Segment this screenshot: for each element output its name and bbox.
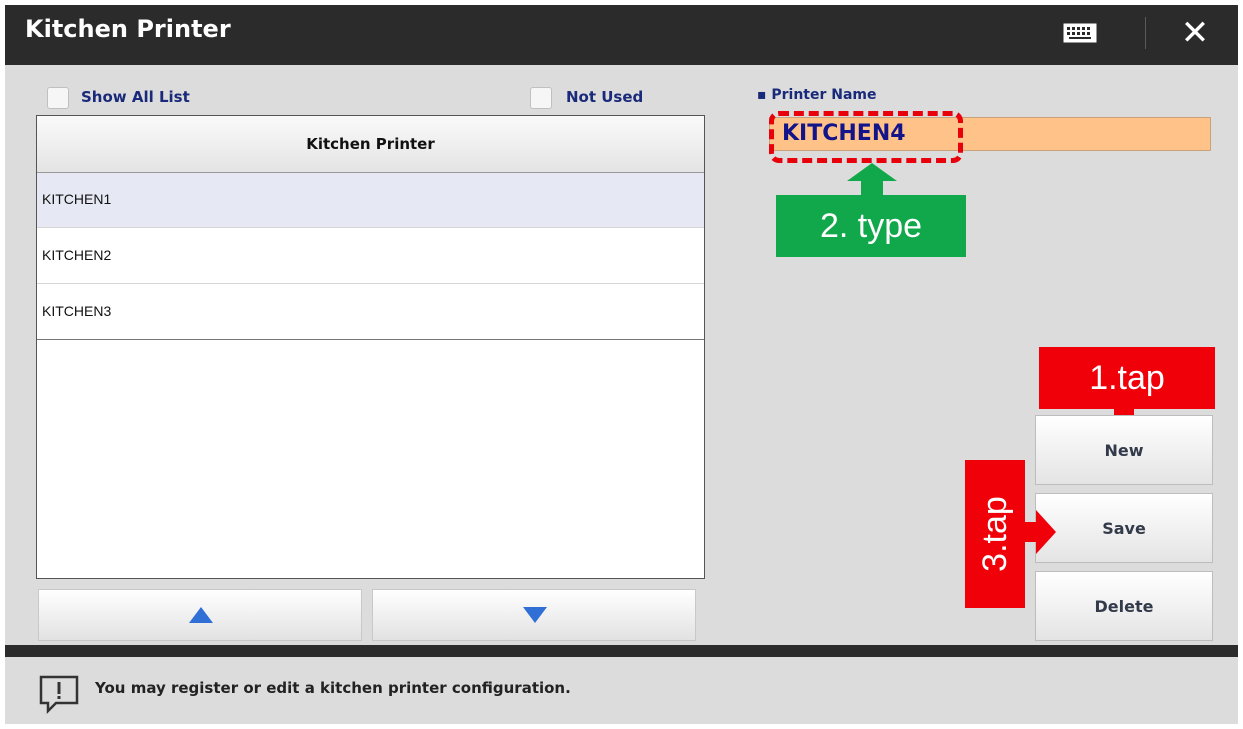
list-item[interactable]: KITCHEN3 (37, 285, 704, 340)
arrow-up-icon (847, 163, 897, 197)
not-used-checkbox[interactable] (530, 87, 552, 109)
keyboard-icon[interactable] (1063, 23, 1097, 43)
annotation-step2: 2. type (776, 195, 966, 257)
footer-message: You may register or edit a kitchen print… (95, 679, 571, 697)
title-bar: Kitchen Printer ✕ (5, 5, 1238, 60)
list-header: Kitchen Printer (37, 116, 704, 173)
annotation-step3-text: 3.tap (976, 496, 1014, 572)
triangle-down-icon (523, 607, 547, 623)
show-all-list-label: Show All List (81, 88, 190, 106)
printer-name-label-text: Printer Name (771, 87, 877, 103)
kitchen-printer-window: Kitchen Printer ✕ Show All List Not Used… (5, 5, 1238, 724)
close-icon[interactable]: ✕ (1177, 16, 1213, 50)
title-separator (1145, 17, 1146, 49)
list-item[interactable]: KITCHEN2 (37, 229, 704, 284)
new-button[interactable]: New (1035, 415, 1213, 485)
printer-name-label: ▪ Printer Name (757, 87, 877, 103)
list-item[interactable]: KITCHEN1 (37, 173, 704, 228)
scroll-up-button[interactable] (38, 589, 362, 641)
info-message-icon (39, 675, 79, 715)
kitchen-printer-list: Kitchen Printer KITCHEN1 KITCHEN2 KITCHE… (36, 115, 705, 579)
annotation-step1: 1.tap (1039, 347, 1215, 409)
scroll-down-button[interactable] (372, 589, 696, 641)
window-title: Kitchen Printer (25, 15, 231, 43)
not-used-label: Not Used (566, 88, 644, 106)
save-button[interactable]: Save (1035, 493, 1213, 563)
annotation-step3: 3.tap (965, 460, 1025, 608)
triangle-up-icon (189, 607, 213, 623)
status-footer: You may register or edit a kitchen print… (5, 657, 1238, 724)
show-all-list-checkbox[interactable] (47, 87, 69, 109)
arrow-right-icon (1020, 510, 1056, 554)
annotation-highlight-box (769, 111, 963, 163)
delete-button[interactable]: Delete (1035, 571, 1213, 641)
